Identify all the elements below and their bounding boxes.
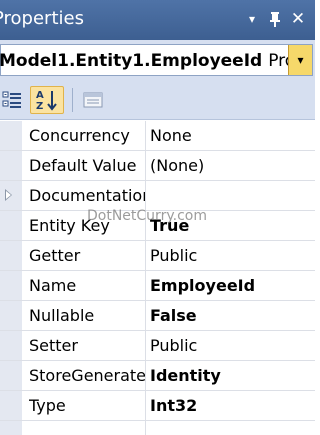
property-value[interactable]: Public xyxy=(150,241,315,270)
property-row[interactable]: StoreGeneratedPattern Identity xyxy=(0,361,315,391)
property-name: Name xyxy=(29,276,77,295)
property-name: Type xyxy=(29,396,66,415)
property-row[interactable]: Getter Public xyxy=(0,241,315,271)
property-row[interactable]: Nullable False xyxy=(0,301,315,331)
categorized-icon[interactable] xyxy=(0,86,24,114)
close-icon[interactable]: ✕ xyxy=(288,9,308,29)
property-name: Documentation xyxy=(29,186,145,205)
auto-hide-pin-icon[interactable] xyxy=(265,9,285,29)
property-value[interactable] xyxy=(150,181,315,210)
property-grid: Concurrency None Default Value (None) Do… xyxy=(0,121,315,435)
property-value[interactable]: Public xyxy=(150,331,315,360)
property-pages-icon[interactable] xyxy=(82,86,104,114)
object-selector-bar: Model1.Entity1.EmployeeIdProp ▾ xyxy=(0,40,315,80)
property-row[interactable]: Documentation xyxy=(0,181,315,211)
property-value[interactable]: Int32 xyxy=(150,391,315,420)
property-value[interactable]: False xyxy=(150,301,315,330)
chevron-down-icon[interactable]: ▾ xyxy=(288,45,312,75)
alphabetical-sort-icon[interactable]: A Z xyxy=(30,86,64,114)
object-name: Model1.Entity1.EmployeeId xyxy=(0,51,263,71)
property-name: StoreGeneratedPattern xyxy=(29,366,145,385)
watermark: DotNetCurry.com xyxy=(87,208,207,224)
property-row[interactable]: Type Int32 xyxy=(0,391,315,421)
property-row[interactable]: Name EmployeeId xyxy=(0,271,315,301)
property-toolbar: A Z xyxy=(0,80,315,120)
property-row[interactable]: Default Value (None) xyxy=(0,151,315,181)
property-value[interactable]: None xyxy=(150,121,315,150)
property-name: Concurrency xyxy=(29,126,130,145)
property-value[interactable]: Identity xyxy=(150,361,315,390)
window-title: Properties xyxy=(0,8,84,29)
property-row[interactable]: Concurrency None xyxy=(0,121,315,151)
title-bar: Properties ▾ ✕ xyxy=(0,0,315,40)
expand-arrow-icon[interactable] xyxy=(5,189,12,201)
property-name: Setter xyxy=(29,336,78,355)
object-selector-combo[interactable]: Model1.Entity1.EmployeeIdProp ▾ xyxy=(0,44,313,76)
property-value[interactable]: (None) xyxy=(150,151,315,180)
property-value[interactable]: EmployeeId xyxy=(150,271,315,300)
toolbar-separator xyxy=(72,88,73,112)
property-row[interactable]: Setter Public xyxy=(0,331,315,361)
property-name: Getter xyxy=(29,246,81,265)
svg-text:A: A xyxy=(36,90,44,101)
property-name: Default Value xyxy=(29,156,137,175)
svg-text:Z: Z xyxy=(36,101,43,112)
object-selector-text: Model1.Entity1.EmployeeIdProp xyxy=(0,50,306,72)
window-menu-dropdown-icon[interactable]: ▾ xyxy=(242,9,262,29)
property-name: Nullable xyxy=(29,306,95,325)
